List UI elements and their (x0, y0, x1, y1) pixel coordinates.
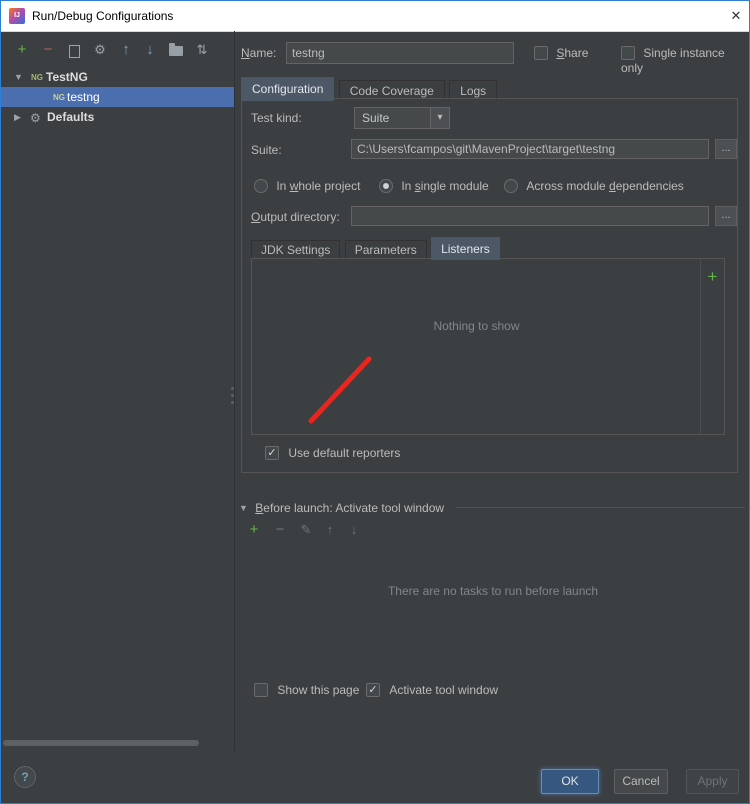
sort-configurations-button[interactable]: ⇅ (191, 39, 213, 61)
show-this-page-label: Show this page (277, 682, 360, 697)
before-launch-header[interactable]: ▼ Before launch: Activate tool window (239, 500, 444, 515)
share-label: Share (556, 45, 589, 60)
tree-item-label: testng (67, 90, 100, 104)
remove-configuration-button[interactable]: − (37, 39, 59, 61)
output-directory-label: Output directory: (251, 210, 340, 224)
splitter[interactable] (234, 31, 235, 751)
splitter-grip (231, 401, 234, 404)
use-default-reporters-label: Use default reporters (288, 445, 401, 460)
checkbox-box: ✓ (366, 682, 380, 697)
show-this-page-checkbox[interactable]: Show this page (254, 682, 359, 697)
suite-browse-button[interactable]: ... (715, 139, 737, 159)
testng-icon: NG (53, 93, 65, 102)
test-kind-label: Test kind: (251, 111, 302, 125)
close-icon[interactable]: ✕ (721, 1, 749, 31)
before-launch-edit-button[interactable]: ✎ (297, 521, 315, 539)
name-input[interactable] (286, 42, 514, 64)
single-instance-checkbox[interactable]: Single instance only (621, 45, 749, 75)
before-launch-title: Before launch: Activate tool window (255, 500, 445, 515)
inner-tabs: JDK Settings Parameters Listeners (251, 237, 501, 260)
help-button[interactable]: ? (14, 766, 36, 788)
tree-item-testng-group[interactable]: ▼ NG TestNG (1, 67, 234, 87)
tab-configuration[interactable]: Configuration (241, 77, 335, 101)
checkbox-box (254, 682, 268, 697)
before-launch-remove-button[interactable]: − (271, 521, 289, 539)
radio-circle (504, 178, 518, 193)
add-listener-button[interactable]: + (701, 267, 724, 287)
tab-parameters[interactable]: Parameters (344, 240, 427, 260)
cancel-button[interactable]: Cancel (614, 769, 668, 794)
tab-listeners[interactable]: Listeners (431, 237, 500, 260)
tree-item-label: TestNG (46, 70, 88, 84)
window-titlebar: IJ Run/Debug Configurations ✕ (1, 1, 749, 32)
move-up-button[interactable]: ↑ (115, 39, 137, 61)
single-instance-label: Single instance only (621, 45, 725, 75)
chevron-down-icon: ▾ (430, 108, 449, 128)
checkbox-box (534, 45, 548, 60)
splitter-grip (231, 394, 234, 397)
listeners-toolbar: + (700, 259, 724, 434)
add-configuration-button[interactable]: + (11, 39, 33, 61)
ok-button[interactable]: OK (541, 769, 599, 794)
tree-item-testng-config[interactable]: NG testng (1, 87, 234, 107)
test-kind-value: Suite (362, 111, 390, 125)
tree-item-defaults-group[interactable]: ▶ ⚙ Defaults (1, 107, 234, 127)
radio-label: In single module (401, 178, 489, 193)
testng-icon: NG (31, 73, 43, 82)
activate-tool-window-label: Activate tool window (389, 682, 499, 697)
create-folder-button[interactable] (165, 39, 187, 61)
use-default-reporters-checkbox[interactable]: ✓ Use default reporters (265, 445, 400, 460)
output-browse-button[interactable]: ... (715, 206, 737, 226)
chevron-right-icon: ▶ (14, 112, 21, 122)
chevron-down-icon: ▼ (239, 502, 248, 513)
gear-icon: ⚙ (30, 111, 41, 125)
copy-icon (69, 42, 83, 58)
radio-label: Across module dependencies (526, 178, 684, 193)
move-down-button[interactable]: ↓ (139, 39, 161, 61)
name-label: Name: (241, 46, 277, 60)
tree-horizontal-scrollbar[interactable] (3, 740, 199, 746)
before-launch-move-up-button[interactable]: ↑ (321, 521, 339, 539)
suite-input[interactable] (351, 139, 709, 159)
folder-icon (169, 43, 183, 56)
before-launch-add-button[interactable]: + (245, 521, 263, 539)
activate-tool-window-checkbox[interactable]: ✓ Activate tool window (366, 682, 498, 697)
before-launch-empty-text: There are no tasks to run before launch (387, 584, 599, 598)
apply-button[interactable]: Apply (686, 769, 739, 794)
tree-item-label: Defaults (47, 110, 95, 124)
window-title: Run/Debug Configurations (32, 9, 174, 23)
test-kind-select[interactable]: Suite ▾ (354, 107, 450, 129)
radio-circle (379, 178, 393, 193)
listeners-empty-text: Nothing to show (433, 319, 520, 333)
red-arrow-annotation (308, 356, 372, 424)
chevron-down-icon: ▼ (14, 72, 23, 82)
output-directory-input[interactable] (351, 206, 709, 226)
checkbox-box (621, 45, 635, 60)
before-launch-move-down-button[interactable]: ↓ (345, 521, 363, 539)
radio-circle (254, 178, 268, 193)
check-icon: ✓ (368, 683, 378, 696)
copy-configuration-button[interactable] (63, 39, 85, 61)
splitter-grip (231, 387, 234, 390)
radio-across-module-dependencies[interactable]: Across module dependencies (504, 178, 684, 193)
edit-defaults-button[interactable]: ⚙ (89, 39, 111, 61)
run-debug-configurations-dialog: IJ Run/Debug Configurations ✕ + − ⚙ ↑ ↓ … (0, 0, 750, 804)
radio-in-whole-project[interactable]: In whole project (254, 178, 360, 193)
share-checkbox[interactable]: Share (534, 45, 588, 60)
radio-label: In whole project (276, 178, 361, 193)
checkbox-box: ✓ (265, 445, 279, 460)
config-tabs: Configuration Code Coverage Logs (241, 77, 498, 101)
section-separator (456, 507, 745, 508)
radio-in-single-module[interactable]: In single module (379, 178, 489, 193)
intellij-logo-icon: IJ (9, 8, 25, 24)
suite-label: Suite: (251, 143, 282, 157)
tab-jdk-settings[interactable]: JDK Settings (251, 240, 341, 260)
check-icon: ✓ (267, 446, 277, 459)
